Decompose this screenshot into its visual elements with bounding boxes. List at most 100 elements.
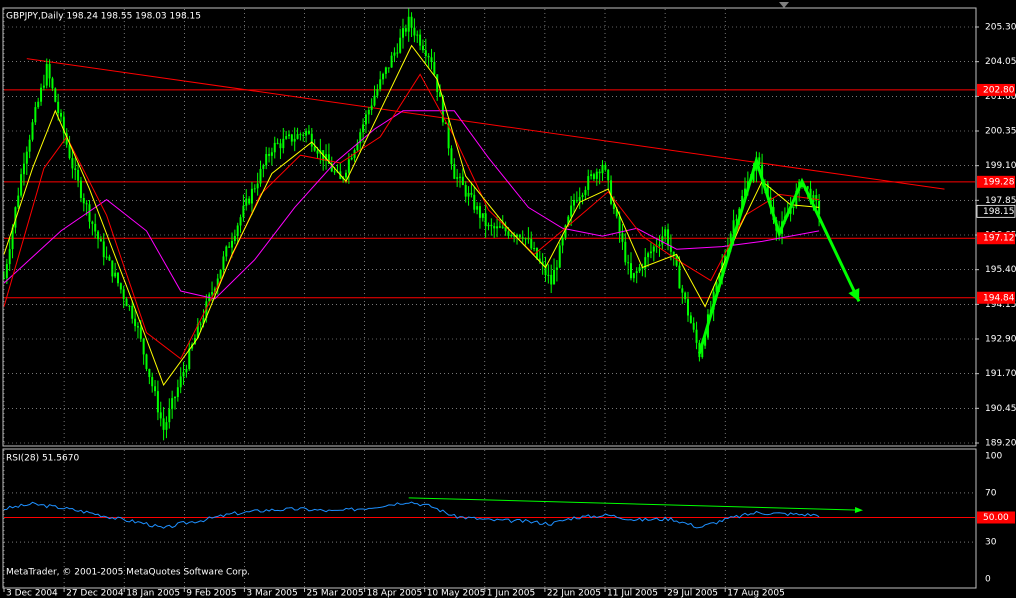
candle-body bbox=[695, 329, 698, 343]
rsi-y-tick-label: 100 bbox=[985, 452, 1002, 462]
candle-body bbox=[464, 185, 467, 197]
candle-body bbox=[384, 67, 387, 74]
candle-body bbox=[25, 151, 28, 164]
candle-body bbox=[661, 236, 664, 245]
x-tick-label: 29 Jul 2005 bbox=[667, 589, 718, 598]
candle-body bbox=[481, 213, 484, 218]
candle-body bbox=[692, 323, 695, 330]
candle-body bbox=[156, 391, 159, 413]
candle-body bbox=[364, 114, 367, 125]
candle-body bbox=[37, 101, 40, 108]
candle-body bbox=[632, 273, 635, 279]
candle-body bbox=[396, 52, 399, 54]
candle-body bbox=[97, 231, 100, 240]
candle-body bbox=[119, 283, 122, 290]
candle-body bbox=[99, 239, 102, 242]
candle-body bbox=[792, 206, 795, 208]
candle-body bbox=[333, 171, 336, 173]
candle-body bbox=[225, 246, 228, 257]
candle-body bbox=[188, 348, 191, 370]
x-tick-label: 25 Mar 2005 bbox=[307, 589, 364, 598]
candle-body bbox=[478, 206, 481, 218]
price-level-tag-label: 197.12 bbox=[983, 234, 1015, 244]
candle-body bbox=[262, 165, 265, 169]
candle-body bbox=[245, 198, 248, 206]
candle-body bbox=[553, 270, 556, 285]
candle-body bbox=[148, 368, 151, 378]
candle-body bbox=[105, 256, 108, 258]
candle-body bbox=[667, 229, 670, 246]
x-tick-label: 27 Dec 2004 bbox=[66, 589, 124, 598]
candle-body bbox=[8, 249, 11, 265]
x-tick-label: 3 Mar 2005 bbox=[246, 589, 297, 598]
candle-body bbox=[413, 27, 416, 36]
candle-body bbox=[151, 377, 154, 387]
candle-body bbox=[476, 206, 479, 210]
candle-body bbox=[550, 274, 553, 285]
candle-body bbox=[524, 238, 527, 240]
candle-body bbox=[211, 292, 214, 295]
candle-body bbox=[290, 134, 293, 142]
y-tick-label: 200.35 bbox=[985, 127, 1016, 137]
candle-body bbox=[285, 136, 288, 139]
candle-body bbox=[675, 255, 678, 266]
candle-body bbox=[424, 50, 427, 56]
candle-body bbox=[131, 305, 134, 319]
candle-body bbox=[350, 157, 353, 160]
candle-body bbox=[558, 245, 561, 268]
candle-body bbox=[296, 134, 299, 139]
candle-body bbox=[168, 409, 171, 423]
candle-body bbox=[316, 150, 319, 154]
candle-body bbox=[273, 142, 276, 153]
candle-body bbox=[259, 168, 262, 184]
rsi-y-tick-label: 0 bbox=[985, 575, 991, 585]
candle-body bbox=[638, 267, 641, 272]
x-tick-label: 22 Jun 2005 bbox=[547, 589, 601, 598]
candle-body bbox=[79, 180, 82, 198]
candle-body bbox=[77, 169, 80, 181]
candle-body bbox=[490, 224, 493, 227]
y-tick-label: 195.40 bbox=[985, 265, 1016, 275]
candle-body bbox=[430, 57, 433, 62]
candle-body bbox=[228, 246, 231, 248]
candle-body bbox=[735, 219, 738, 221]
candle-body bbox=[125, 298, 128, 307]
candle-body bbox=[250, 188, 253, 204]
candle-body bbox=[74, 168, 77, 170]
candle-body bbox=[362, 124, 365, 133]
candle-body bbox=[88, 204, 91, 222]
candle-body bbox=[270, 152, 273, 156]
candle-body bbox=[584, 189, 587, 196]
y-tick-label: 199.10 bbox=[985, 161, 1016, 171]
candle-body bbox=[678, 265, 681, 289]
candle-body bbox=[575, 199, 578, 202]
candle-body bbox=[649, 251, 652, 254]
candle-body bbox=[142, 338, 145, 355]
candle-body bbox=[71, 158, 74, 169]
candle-body bbox=[236, 225, 239, 236]
candle-body bbox=[302, 134, 305, 136]
candle-body bbox=[40, 87, 43, 102]
candle-body bbox=[618, 216, 621, 234]
candle-body bbox=[159, 412, 162, 419]
candle-body bbox=[91, 221, 94, 224]
x-tick-label: 9 Feb 2005 bbox=[186, 589, 236, 598]
candle-body bbox=[390, 55, 393, 68]
candle-body bbox=[174, 397, 176, 399]
candle-body bbox=[239, 217, 242, 226]
rsi-level-tag-label: 50.00 bbox=[983, 513, 1009, 523]
candle-body bbox=[42, 85, 45, 88]
candle-body bbox=[433, 61, 436, 75]
candle-body bbox=[684, 292, 687, 300]
candle-body bbox=[313, 146, 316, 151]
y-tick-label: 191.70 bbox=[985, 369, 1016, 379]
candle-body bbox=[689, 315, 692, 324]
rsi-y-tick-label: 30 bbox=[985, 538, 997, 548]
y-tick-label: 204.05 bbox=[985, 57, 1016, 67]
candle-body bbox=[102, 241, 105, 258]
candle-body bbox=[162, 418, 165, 430]
candle-body bbox=[647, 253, 650, 258]
candle-body bbox=[604, 164, 607, 170]
chart-title: GBPJPY,Daily 198.24 198.55 198.03 198.15 bbox=[6, 12, 201, 22]
candle-body bbox=[496, 226, 499, 229]
